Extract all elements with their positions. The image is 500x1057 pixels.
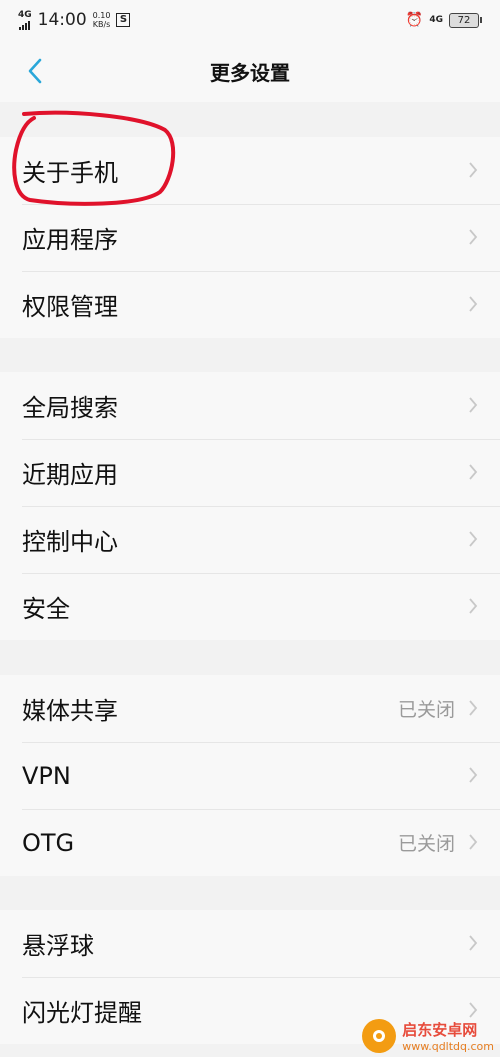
watermark-title: 启东安卓网 (402, 1021, 478, 1039)
setting-status: 已关闭 (397, 833, 455, 855)
chevron-left-icon (28, 58, 42, 84)
setting-floating-ball[interactable]: 悬浮球 (0, 910, 500, 977)
setting-about-phone[interactable]: 关于手机 (0, 137, 500, 204)
chevron-right-icon (469, 767, 478, 783)
chevron-right-icon (469, 162, 478, 178)
setting-status: 已关闭 (397, 699, 455, 721)
chevron-right-icon (469, 397, 478, 413)
clock: 14:00 (37, 10, 87, 30)
setting-applications[interactable]: 应用程序 (0, 204, 500, 271)
chevron-right-icon (469, 935, 478, 951)
setting-label: 悬浮球 (22, 932, 94, 960)
chevron-right-icon (469, 464, 478, 480)
chevron-right-icon (469, 229, 478, 245)
setting-label: 安全 (22, 595, 70, 623)
lte-icon: 4G (429, 15, 443, 25)
setting-label: 全局搜索 (22, 394, 118, 422)
chevron-right-icon (469, 296, 478, 312)
setting-security[interactable]: 安全 (0, 573, 500, 640)
setting-vpn[interactable]: VPN (0, 742, 500, 809)
s-notification-icon: S (116, 13, 131, 27)
setting-label: 权限管理 (22, 293, 118, 321)
setting-label: 媒体共享 (22, 697, 118, 725)
settings-group-connectivity: 媒体共享 已关闭 VPN OTG 已关闭 (0, 675, 500, 876)
chevron-right-icon (469, 598, 478, 614)
watermark: 启东安卓网 www.qdltdq.com (362, 1019, 494, 1053)
setting-label: 应用程序 (22, 226, 118, 254)
alarm-icon: ⏰ (405, 12, 424, 28)
setting-label: 控制中心 (22, 528, 118, 556)
chevron-right-icon (469, 1002, 478, 1018)
chevron-right-icon (469, 700, 478, 716)
setting-label: 关于手机 (22, 159, 118, 187)
setting-global-search[interactable]: 全局搜索 (0, 372, 500, 439)
status-bar: 4G 14:00 0.10 KB/s S ⏰ 4G 72 (0, 0, 500, 40)
network-speed: 0.10 KB/s (92, 11, 111, 29)
watermark-url: www.qdltdq.com (402, 1040, 494, 1053)
settings-group-system: 关于手机 应用程序 权限管理 (0, 137, 500, 338)
setting-permissions[interactable]: 权限管理 (0, 271, 500, 338)
setting-media-sharing[interactable]: 媒体共享 已关闭 (0, 675, 500, 742)
setting-label: OTG (22, 828, 75, 857)
setting-label: 近期应用 (22, 461, 118, 489)
settings-group-features: 全局搜索 近期应用 控制中心 安全 (0, 372, 500, 640)
chevron-right-icon (469, 531, 478, 547)
setting-control-center[interactable]: 控制中心 (0, 506, 500, 573)
setting-otg[interactable]: OTG 已关闭 (0, 809, 500, 876)
watermark-logo-icon (362, 1019, 397, 1053)
setting-label: VPN (22, 761, 71, 790)
battery-icon: 72 (449, 12, 482, 28)
setting-recent-apps[interactable]: 近期应用 (0, 439, 500, 506)
chevron-right-icon (469, 834, 478, 850)
app-header: 更多设置 (0, 40, 500, 102)
page-title: 更多设置 (210, 60, 290, 85)
back-button[interactable] (20, 54, 50, 88)
signal-icon: 4G (18, 10, 32, 30)
setting-label: 闪光灯提醒 (22, 999, 142, 1027)
